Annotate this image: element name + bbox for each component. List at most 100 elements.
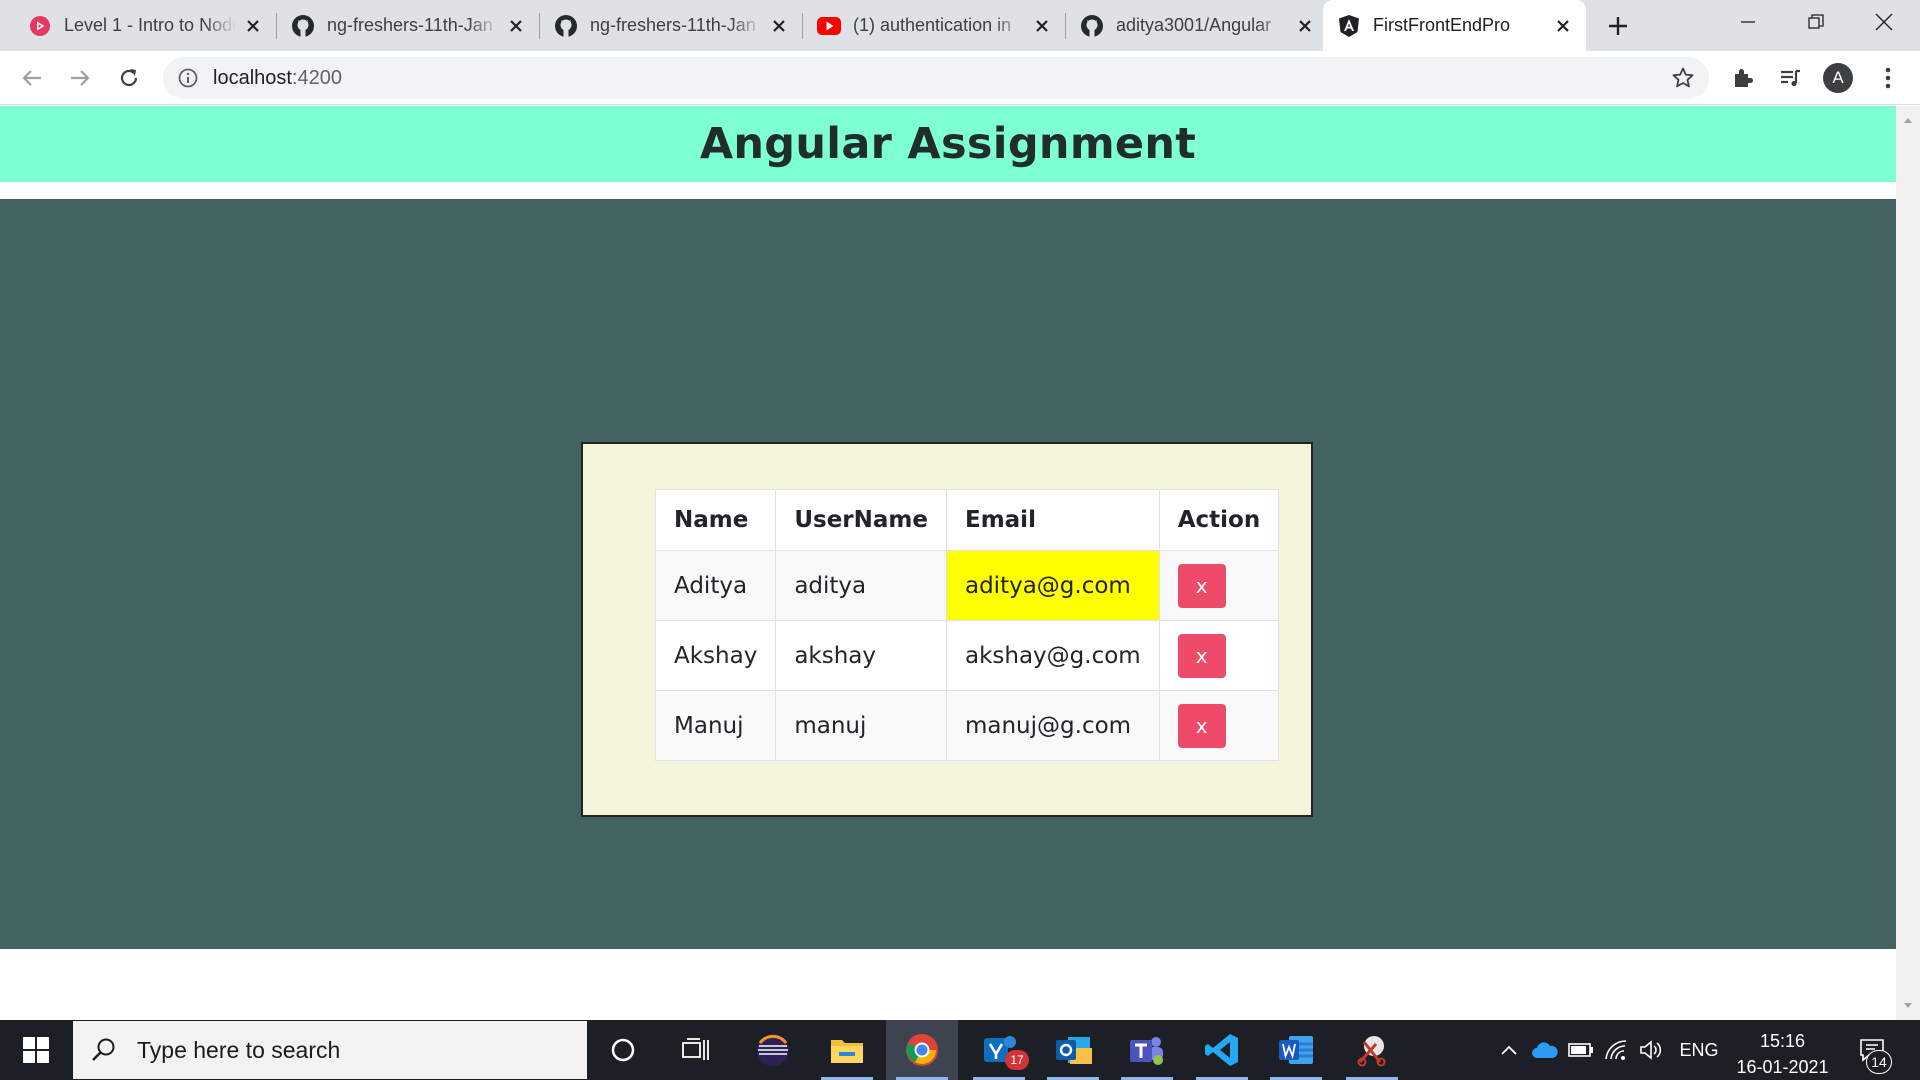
close-tab-icon[interactable] bbox=[1294, 15, 1316, 37]
cell-name: Manuj bbox=[654, 690, 777, 761]
tab-youtube-authentication[interactable]: (1) authentication in bbox=[803, 0, 1065, 51]
yammer-badge: 17 bbox=[1005, 1050, 1029, 1070]
url-host: localhost bbox=[213, 67, 292, 89]
chevron-up-icon bbox=[1501, 1045, 1517, 1055]
minimize-icon bbox=[1741, 21, 1755, 23]
battery-tray-icon[interactable] bbox=[1566, 1020, 1596, 1080]
teams-app-icon[interactable] bbox=[1111, 1020, 1183, 1080]
windows-logo-icon bbox=[23, 1037, 49, 1063]
tab-github-ng-freshers-1[interactable]: ng-freshers-11th-Jan bbox=[277, 0, 539, 51]
tab-title: Level 1 - Intro to Node bbox=[64, 15, 236, 35]
volume-tray-icon[interactable] bbox=[1636, 1020, 1666, 1080]
browser-menu-button[interactable] bbox=[1871, 61, 1905, 95]
plus-icon bbox=[1609, 17, 1627, 35]
table-row: Akshay akshay akshay@g.com x bbox=[654, 620, 1280, 691]
snipping-tool-app-icon[interactable] bbox=[1336, 1020, 1408, 1080]
info-icon[interactable] bbox=[177, 67, 199, 89]
reload-icon bbox=[120, 69, 138, 87]
onedrive-tray-icon[interactable] bbox=[1528, 1020, 1562, 1080]
minimize-button[interactable] bbox=[1714, 0, 1782, 44]
delete-user-button[interactable]: x bbox=[1177, 563, 1226, 608]
eclipse-app-icon[interactable] bbox=[737, 1020, 809, 1080]
users-card: Name UserName Email Action Aditya aditya… bbox=[581, 442, 1313, 817]
tab-github-ng-freshers-2[interactable]: ng-freshers-11th-Jan bbox=[540, 0, 802, 51]
extensions-button[interactable] bbox=[1726, 61, 1760, 95]
tab-title: FirstFrontEndPro bbox=[1373, 15, 1511, 35]
new-tab-button[interactable] bbox=[1602, 10, 1634, 42]
url-port: :4200 bbox=[291, 67, 342, 89]
profile-avatar[interactable]: A bbox=[1823, 63, 1853, 93]
github-icon bbox=[291, 14, 315, 38]
taskbar-search-box[interactable]: Type here to search bbox=[73, 1021, 587, 1079]
scroll-down-arrow-icon bbox=[1904, 1003, 1912, 1008]
start-button[interactable] bbox=[0, 1020, 72, 1080]
reload-button[interactable] bbox=[112, 61, 146, 95]
media-control-button[interactable] bbox=[1773, 61, 1807, 95]
table-row: Aditya aditya aditya@g.com x bbox=[654, 550, 1280, 621]
arrow-right-icon bbox=[71, 70, 90, 86]
close-tab-icon[interactable] bbox=[1031, 15, 1053, 37]
close-tab-icon[interactable] bbox=[768, 15, 790, 37]
column-header-name: Name bbox=[654, 489, 777, 551]
back-button[interactable] bbox=[15, 61, 49, 95]
close-icon bbox=[1875, 13, 1893, 31]
column-header-email: Email bbox=[945, 489, 1160, 551]
column-header-username: UserName bbox=[775, 489, 947, 551]
tab-title: aditya3001/Angular bbox=[1116, 15, 1272, 35]
vscode-app-icon[interactable] bbox=[1186, 1020, 1258, 1080]
cell-email: akshay@g.com bbox=[945, 620, 1160, 691]
taskbar-clock[interactable]: 15:16 16-01-2021 bbox=[1725, 1028, 1840, 1080]
cell-name: Akshay bbox=[654, 620, 777, 691]
browser-toolbar: localhost:4200 A bbox=[0, 51, 1920, 105]
tab-github-aditya3001[interactable]: aditya3001/Angular bbox=[1066, 0, 1328, 51]
page-title: Angular Assignment bbox=[699, 119, 1197, 169]
wifi-tray-icon[interactable] bbox=[1601, 1020, 1631, 1080]
restore-button[interactable] bbox=[1782, 0, 1850, 44]
puzzle-icon bbox=[1735, 69, 1753, 87]
cell-email-highlighted: aditya@g.com bbox=[945, 550, 1160, 621]
clock-date: 16-01-2021 bbox=[1736, 1057, 1829, 1077]
github-icon bbox=[1080, 14, 1104, 38]
browser-tab-strip: Level 1 - Intro to Node ng-freshers-11th… bbox=[0, 0, 1920, 51]
cortana-button[interactable] bbox=[587, 1020, 659, 1080]
close-tab-icon[interactable] bbox=[242, 15, 264, 37]
cortana-circle-icon bbox=[611, 1038, 635, 1062]
language-indicator[interactable]: ENG bbox=[1670, 1020, 1728, 1080]
delete-user-button[interactable]: x bbox=[1177, 633, 1226, 678]
tab-title: ng-freshers-11th-Jan bbox=[327, 15, 493, 35]
bookmark-star-icon[interactable] bbox=[1671, 66, 1695, 90]
outlook-app-icon[interactable] bbox=[1037, 1020, 1109, 1080]
scroll-up-arrow-icon bbox=[1904, 118, 1912, 123]
tab-title: (1) authentication in bbox=[853, 15, 1012, 35]
word-app-icon[interactable] bbox=[1260, 1020, 1332, 1080]
file-explorer-app-icon[interactable] bbox=[811, 1020, 883, 1080]
url-text[interactable]: localhost:4200 bbox=[213, 67, 342, 90]
cell-username: aditya bbox=[775, 550, 947, 621]
close-window-button[interactable] bbox=[1850, 0, 1918, 44]
show-hidden-icons-button[interactable] bbox=[1494, 1020, 1524, 1080]
table-row: Manuj manuj manuj@g.com x bbox=[654, 690, 1280, 761]
youtube-red-play-icon bbox=[28, 14, 52, 38]
task-view-button[interactable] bbox=[659, 1020, 731, 1080]
cell-username: manuj bbox=[775, 690, 947, 761]
queue-music-icon bbox=[1781, 69, 1800, 87]
search-placeholder: Type here to search bbox=[137, 1036, 341, 1063]
chrome-app-icon[interactable] bbox=[886, 1020, 958, 1080]
address-bar[interactable]: localhost:4200 bbox=[163, 57, 1709, 99]
cell-action: x bbox=[1158, 550, 1280, 621]
forward-button[interactable] bbox=[63, 61, 97, 95]
tab-firstfrontendpro[interactable]: FirstFrontEndPro bbox=[1323, 0, 1586, 51]
close-tab-icon[interactable] bbox=[505, 15, 527, 37]
close-tab-icon[interactable] bbox=[1552, 15, 1574, 37]
cell-action: x bbox=[1158, 620, 1280, 691]
tab-level1-intro[interactable]: Level 1 - Intro to Node bbox=[14, 0, 276, 51]
angular-icon bbox=[1337, 14, 1361, 38]
more-vert-icon bbox=[1885, 67, 1891, 89]
delete-user-button[interactable]: x bbox=[1177, 703, 1226, 748]
page-viewport: Angular Assignment Name UserName Email A… bbox=[0, 106, 1896, 1020]
yammer-app-icon[interactable]: 17 bbox=[963, 1020, 1035, 1080]
page-scrollbar[interactable] bbox=[1896, 106, 1920, 1020]
youtube-icon bbox=[817, 14, 841, 38]
app-header: Angular Assignment bbox=[0, 106, 1896, 182]
task-view-icon bbox=[682, 1038, 709, 1060]
